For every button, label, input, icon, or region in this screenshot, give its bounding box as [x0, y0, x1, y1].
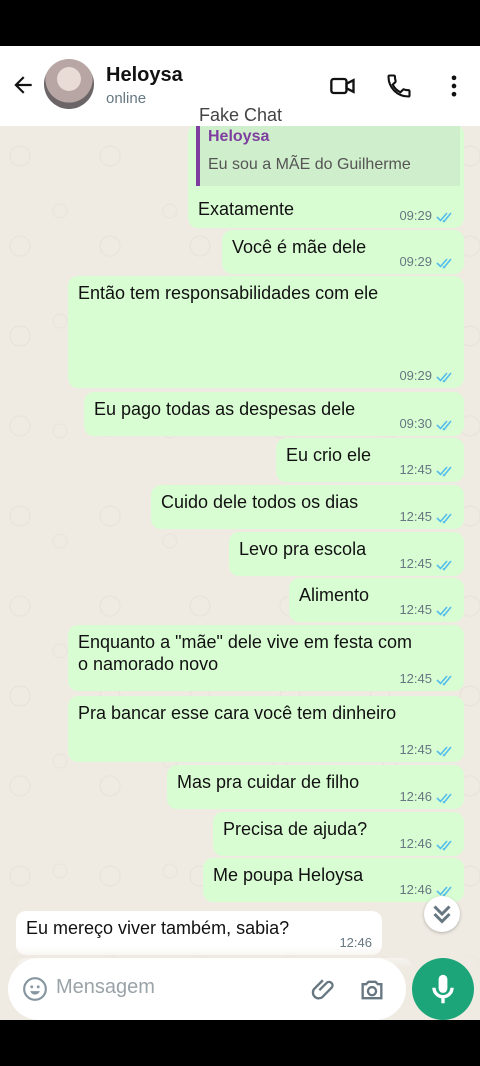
message-input[interactable]: Mensagem [56, 976, 155, 999]
attach-icon[interactable] [310, 975, 338, 1003]
message-time: 12:45 [399, 602, 432, 617]
emoji-icon[interactable] [22, 976, 48, 1002]
message-text: Pra bancar esse cara você tem dinheiro [78, 703, 397, 723]
message-input-bar[interactable]: Mensagem [8, 958, 406, 1020]
chevron-down-double-icon [433, 905, 451, 924]
more-vert-icon[interactable] [440, 72, 468, 100]
message-text: Enquanto a "mãe" dele vive em festa com … [78, 632, 412, 674]
outgoing-message[interactable]: Exatamente 09:29 [188, 192, 464, 228]
message-time: 12:45 [399, 509, 432, 524]
message-text: Você é mãe dele [232, 237, 367, 257]
quoted-author: Heloysa [208, 128, 270, 145]
read-ticks-icon [436, 606, 452, 617]
message-text: Alimento [299, 585, 370, 605]
message-time: 12:46 [399, 836, 432, 851]
mic-button[interactable] [412, 958, 474, 1020]
message-text: Então tem responsabilidades com ele [78, 283, 379, 303]
outgoing-message[interactable]: Então tem responsabilidades com ele 09:29 [68, 276, 464, 388]
read-ticks-icon [436, 513, 452, 524]
read-ticks-icon [436, 840, 452, 851]
outgoing-message[interactable]: Levo pra escola 12:45 [229, 532, 464, 576]
message-time: 09:29 [399, 208, 432, 223]
message-time: 09:29 [399, 254, 432, 269]
video-call-icon[interactable] [329, 72, 357, 100]
outgoing-message[interactable]: Pra bancar esse cara você tem dinheiro 12… [68, 696, 464, 762]
read-ticks-icon [436, 212, 452, 223]
outgoing-message[interactable]: Mas pra cuidar de filho 12:46 [167, 765, 464, 809]
avatar[interactable] [44, 59, 94, 109]
read-ticks-icon [436, 372, 452, 383]
mic-icon [432, 974, 454, 1004]
camera-icon[interactable] [358, 976, 386, 1004]
contact-name[interactable]: Heloysa [106, 64, 183, 87]
message-time: 12:45 [399, 556, 432, 571]
message-text: Exatamente [198, 199, 295, 219]
read-ticks-icon [436, 560, 452, 571]
message-text: Eu mereço viver também, sabia? [26, 918, 290, 938]
message-time: 09:30 [399, 416, 432, 431]
outgoing-message[interactable]: Precisa de ajuda? 12:46 [213, 812, 464, 856]
message-text: Levo pra escola [239, 539, 367, 559]
outgoing-message[interactable]: Eu pago todas as despesas dele 09:30 [84, 392, 464, 436]
message-time: 12:45 [399, 742, 432, 757]
outgoing-message[interactable]: Cuido dele todos os dias 12:45 [151, 485, 464, 529]
outgoing-message[interactable]: Você é mãe dele 09:29 [222, 230, 464, 274]
contact-status: online [106, 90, 147, 107]
message-time: 12:46 [399, 882, 432, 897]
message-text: Me poupa Heloysa [213, 865, 364, 885]
message-text: Eu crio ele [286, 445, 372, 465]
read-ticks-icon [436, 258, 452, 269]
quoted-text: Eu sou a MÃE do Guilherme [208, 156, 411, 173]
read-ticks-icon [436, 420, 452, 431]
read-ticks-icon [436, 466, 452, 477]
scroll-to-bottom-button[interactable] [424, 896, 460, 932]
chat-screen: Heloysa online Fake Chat Heloysa Eu sou … [0, 46, 480, 1020]
outgoing-message[interactable]: Enquanto a "mãe" dele vive em festa com … [68, 625, 464, 691]
message-text: Mas pra cuidar de filho [177, 772, 360, 792]
message-text: Cuido dele todos os dias [161, 492, 359, 512]
read-ticks-icon [436, 675, 452, 686]
read-ticks-icon [436, 793, 452, 804]
message-time: 12:45 [399, 462, 432, 477]
message-time: 12:46 [399, 789, 432, 804]
outgoing-message[interactable]: Eu crio ele 12:45 [276, 438, 464, 482]
outgoing-message[interactable]: Alimento 12:45 [289, 578, 464, 622]
message-time: 09:29 [399, 368, 432, 383]
overlay-caption: Fake Chat [199, 105, 283, 125]
message-time: 12:45 [399, 671, 432, 686]
quoted-message[interactable]: Heloysa Eu sou a MÃE do Guilherme [196, 126, 460, 186]
phone-icon[interactable] [385, 72, 413, 100]
back-arrow-icon[interactable] [10, 72, 36, 98]
message-text: Eu pago todas as despesas dele [94, 399, 356, 419]
message-text: Precisa de ajuda? [223, 819, 368, 839]
read-ticks-icon [436, 746, 452, 757]
